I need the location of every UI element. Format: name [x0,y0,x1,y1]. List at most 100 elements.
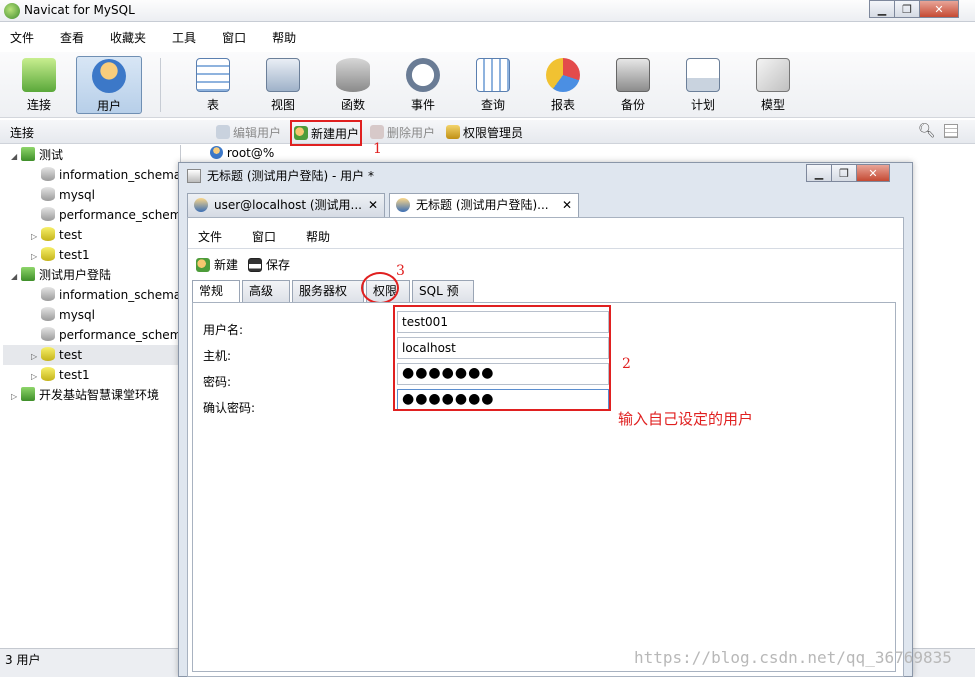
tab-general[interactable]: 常规 [192,280,240,303]
toolbar-model-button[interactable]: 模型 [740,56,806,114]
new-user-button[interactable]: 新建用户 [290,120,362,146]
menu-file[interactable]: 文件 [10,27,34,49]
toolbar-schedule-button[interactable]: 计划 [670,56,736,114]
privilege-manager-button[interactable]: 权限管理员 [446,123,523,141]
toolbar-query-button[interactable]: 查询 [460,56,526,114]
view-icon [266,58,300,92]
editor-window-icon [187,169,201,183]
menu-tools[interactable]: 工具 [172,27,196,49]
general-form: 用户名: test001 主机: localhost 密码: ●●●●●●● 确… [192,302,896,672]
tree-database-selected[interactable]: ▷ test [3,345,180,367]
connection-pane-label: 连接 [10,126,35,140]
annotation-number-3: 3 [396,263,405,279]
save-icon [248,257,263,272]
user-icon [92,59,126,93]
tree-database[interactable]: mysql [31,305,95,325]
annotation-number-1: 1 [373,141,382,157]
toolbar-event-button[interactable]: 事件 [390,56,456,114]
database-icon [41,327,55,341]
tree-connection[interactable]: ◢ 测试用户登陆 [11,265,111,285]
expand-icon[interactable]: ▷ [31,367,41,387]
editor-save-button[interactable]: 保存 [248,256,290,273]
editor-maximize-button[interactable]: ❐ [831,164,857,182]
edit-user-button[interactable]: 编辑用户 [216,123,281,141]
tree-database[interactable]: ▷ test1 [31,245,90,265]
maximize-button[interactable]: ❐ [894,0,920,18]
user-editor-window: 无标题 (测试用户登陆) - 用户 * ▁ ❐ ✕ user@localhost… [178,162,913,677]
editor-menubar: 文件 窗口 帮助 [198,228,360,245]
function-icon [336,58,370,92]
tab-advanced[interactable]: 高级 [242,280,290,302]
tab-untitled-user[interactable]: 无标题 (测试用户登陆)... ✕ [389,193,579,218]
toolbar-function-button[interactable]: 函数 [320,56,386,114]
add-user-icon [196,257,210,272]
tree-connection[interactable]: ▷ 开发基站智慧课堂环境 [11,385,159,405]
window-controls: ▁ ❐ ✕ [869,0,959,18]
user-icon [194,198,208,212]
editor-menu-file[interactable]: 文件 [198,228,222,245]
editor-window-title: 无标题 (测试用户登陆) - 用户 * [207,169,374,183]
tree-database[interactable]: information_schema [31,285,180,305]
toolbar-table-button[interactable]: 表 [180,56,246,114]
editor-menu-window[interactable]: 窗口 [252,228,276,245]
user-list-item[interactable]: root@% [210,146,274,160]
toolbar-backup-button[interactable]: 备份 [600,56,666,114]
close-tab-icon[interactable]: ✕ [562,194,572,216]
annotation-hint: 输入自己设定的用户 [618,410,754,428]
tree-database[interactable]: ▷ test [31,225,82,245]
user-icon [210,146,223,159]
tab-server-privileges[interactable]: 服务器权限 [292,280,364,318]
menu-window[interactable]: 窗口 [222,27,246,49]
toolbar-connection-button[interactable]: 连接 [6,56,72,114]
minimize-button[interactable]: ▁ [869,0,895,18]
schedule-icon [686,58,720,92]
editor-close-button[interactable]: ✕ [856,164,890,182]
expand-icon[interactable]: ▷ [11,387,21,407]
tree-database[interactable]: performance_schema [31,205,180,225]
search-icon[interactable]: 🔍︎ [918,123,936,139]
database-icon [41,367,55,381]
tree-database[interactable]: performance_schema [31,325,180,345]
tree-database[interactable]: mysql [31,185,95,205]
navicat-logo-icon [4,3,20,19]
collapse-icon[interactable]: ◢ [11,267,21,287]
lock-icon [446,125,460,139]
confirm-password-label: 确认密码: [203,401,256,415]
add-user-icon [294,126,308,140]
menu-view[interactable]: 查看 [60,27,84,49]
toolbar-view-button[interactable]: 视图 [250,56,316,114]
grid-view-icon[interactable] [944,124,958,138]
toolbar-report-button[interactable]: 报表 [530,56,596,114]
editor-toolbar: 新建 保存 [196,256,300,273]
delete-user-button[interactable]: 删除用户 [370,123,435,141]
expand-icon[interactable]: ▷ [31,247,41,267]
editor-menu-help[interactable]: 帮助 [306,228,330,245]
editor-minimize-button[interactable]: ▁ [806,164,832,182]
expand-icon[interactable]: ▷ [31,227,41,247]
tree-database[interactable]: information_schema [31,165,180,185]
collapse-icon[interactable]: ◢ [11,147,21,167]
annotation-box [393,305,611,411]
menubar: 文件 查看 收藏夹 工具 窗口 帮助 [0,27,975,49]
database-icon [41,307,55,321]
close-tab-icon[interactable]: ✕ [368,194,378,216]
tab-user-localhost[interactable]: user@localhost (测试用... ✕ [187,193,385,217]
tab-sql-preview[interactable]: SQL 预览 [412,280,474,318]
menu-help[interactable]: 帮助 [272,27,296,49]
editor-new-button[interactable]: 新建 [196,256,238,273]
database-icon [41,187,55,201]
table-icon [196,58,230,92]
expand-icon[interactable]: ▷ [31,347,41,367]
toolbar-user-button[interactable]: 用户 [76,56,142,114]
database-icon [41,207,55,221]
editor-body: 文件 窗口 帮助 新建 保存 常规 高级 服务器权限 权限 SQL 预览 3 用… [187,217,904,677]
tree-database[interactable]: ▷ test1 [31,365,90,385]
editor-window-controls: ▁ ❐ ✕ [806,164,890,182]
close-button[interactable]: ✕ [919,0,959,18]
edit-user-icon [216,125,230,139]
database-icon [41,167,55,181]
tree-connection[interactable]: ◢ 测试 [11,145,63,165]
database-icon [41,247,55,261]
menu-favorites[interactable]: 收藏夹 [110,27,146,49]
connection-tree: ◢ 测试 information_schema mysql performance… [3,145,181,648]
